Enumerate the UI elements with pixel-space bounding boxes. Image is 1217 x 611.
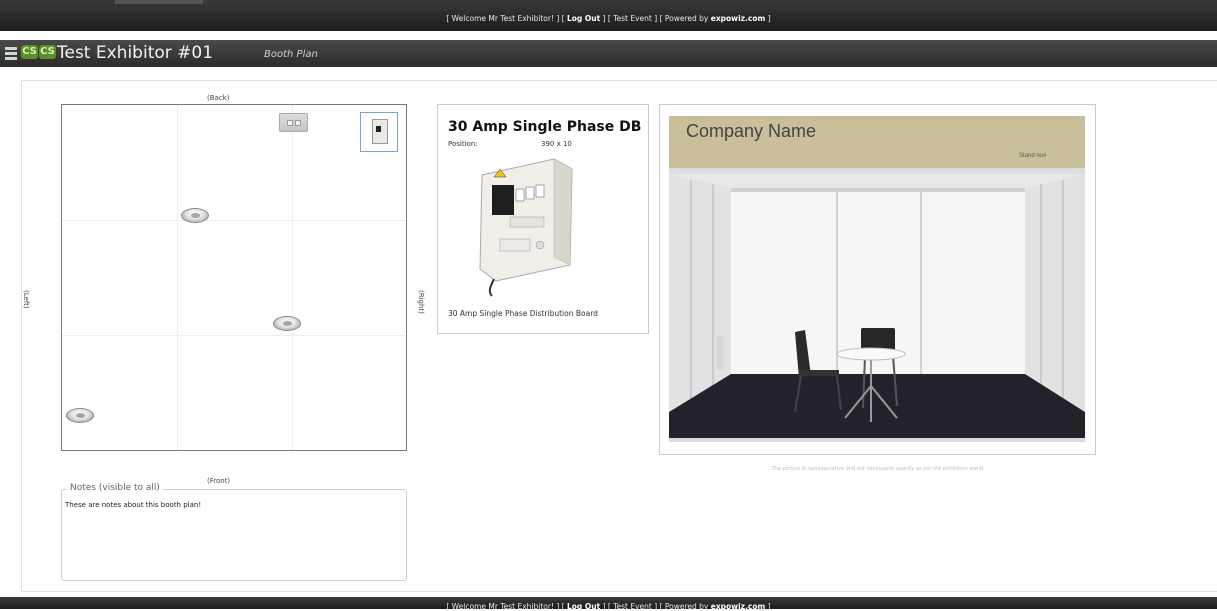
item-position-label: Position: [448,140,478,148]
preview-disclaimer: The picture is representative and not ne… [771,466,984,472]
page-subtitle: Booth Plan [264,49,318,60]
plan-label-left: (Left) [22,290,30,309]
distribution-board-icon[interactable] [360,112,398,152]
logo-icon: CS [39,45,56,59]
item-position-value: 390 x 10 [541,140,572,148]
notes-textarea[interactable]: These are notes about this booth plan! [65,501,401,575]
logout-link[interactable]: Log Out [567,602,600,611]
exhibitor-name: Test Exhibitor #01 [57,43,214,63]
grid-line [62,335,406,336]
plan-label-front: (Front) [207,477,231,485]
grid-line [177,105,178,450]
notes-fieldset: Notes (visible to all) These are notes a… [61,483,407,581]
booth-preview-image [669,116,1085,442]
menu-icon[interactable] [5,47,17,60]
welcome-text: [ Welcome Mr Test Exhibitor! ] [446,602,560,611]
plan-label-right: (Right) [417,290,425,314]
socket-icon[interactable] [273,316,301,331]
powered-by-text: Powered by [664,14,709,23]
event-link[interactable]: Test Event [613,14,652,23]
event-link[interactable]: Test Event [613,602,652,611]
switch-icon[interactable] [279,113,308,132]
top-links: [ Welcome Mr Test Exhibitor! ] [ Log Out… [446,14,771,23]
item-title: 30 Amp Single Phase DB [448,119,642,135]
socket-icon[interactable] [181,208,209,223]
booth-plan-canvas[interactable] [61,104,407,451]
distribution-board-photo [479,158,573,297]
grid-line [292,105,293,450]
bottom-links: [ Welcome Mr Test Exhibitor! ] [ Log Out… [446,602,771,611]
booth-stand-number: Stand no# [1019,153,1047,159]
grid-line [62,220,406,221]
powered-by-text: Powered by [664,602,709,611]
booth-company-name: Company Name [686,121,817,141]
plan-label-back: (Back) [207,94,230,102]
item-description: 30 Amp Single Phase Distribution Board [448,309,598,318]
welcome-text: [ Welcome Mr Test Exhibitor! ] [446,14,560,23]
notes-legend: Notes (visible to all) [67,483,163,493]
expowiz-link[interactable]: expowiz.com [711,14,766,23]
logout-link[interactable]: Log Out [567,14,600,23]
logo-icon: CS [21,45,38,59]
socket-icon[interactable] [66,408,94,423]
top-bar-highlight [115,0,203,4]
expowiz-link[interactable]: expowiz.com [711,602,766,611]
title-bar: CS CS Test Exhibitor #01 Booth Plan [0,40,1217,67]
